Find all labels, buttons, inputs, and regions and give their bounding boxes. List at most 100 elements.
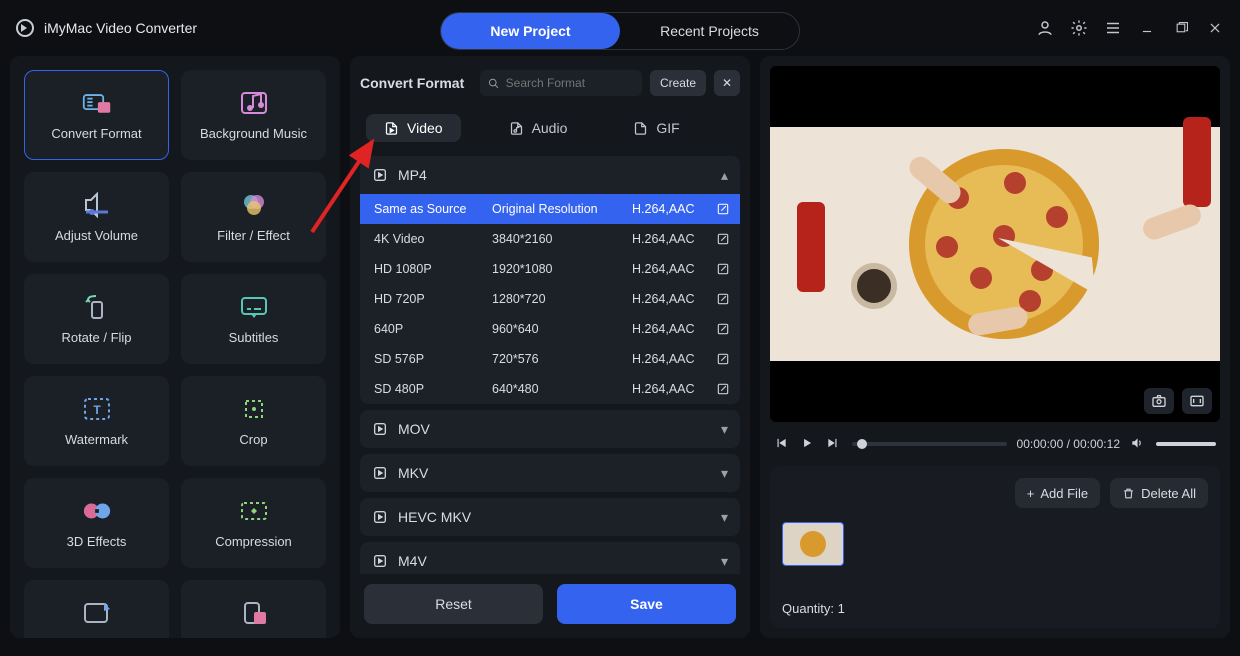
tool-background-music[interactable]: Background Music <box>181 70 326 160</box>
add-file-button[interactable]: +Add File <box>1015 478 1100 508</box>
preset-name: Same as Source <box>374 202 492 216</box>
tool-subtitles[interactable]: Subtitles <box>181 274 326 364</box>
subtitles-icon <box>239 294 269 320</box>
tool-3d-effects[interactable]: 3D Effects <box>24 478 169 568</box>
delete-all-button[interactable]: Delete All <box>1110 478 1208 508</box>
edit-preset-icon[interactable] <box>716 352 730 366</box>
convert-icon <box>82 90 112 116</box>
tool-adjust-volume[interactable]: Adjust Volume <box>24 172 169 262</box>
edit-preset-icon[interactable] <box>716 322 730 336</box>
account-icon[interactable] <box>1036 19 1054 37</box>
fullscreen-button[interactable] <box>1182 388 1212 414</box>
tool-filter-effect[interactable]: Filter / Effect <box>181 172 326 262</box>
close-search-button[interactable]: ✕ <box>714 70 740 96</box>
menu-icon[interactable] <box>1104 19 1122 37</box>
app-logo-icon <box>16 19 34 37</box>
settings-icon[interactable] <box>1070 19 1088 37</box>
tab-new-project-label: New Project <box>490 23 570 39</box>
edit-preset-icon[interactable] <box>716 382 730 396</box>
preset-codec: H.264,AAC <box>632 322 716 336</box>
prev-button[interactable] <box>774 436 790 452</box>
music-icon <box>239 90 269 116</box>
gif-file-icon <box>633 121 648 136</box>
edit-preset-icon[interactable] <box>716 262 730 276</box>
format-icon <box>372 553 388 569</box>
preset-row[interactable]: 640P960*640H.264,AAC <box>360 314 740 344</box>
format-group-header[interactable]: HEVC MKV▾ <box>360 498 740 536</box>
media-tab-video[interactable]: Video <box>366 114 461 142</box>
edit-preset-icon[interactable] <box>716 202 730 216</box>
window-minimize-icon[interactable] <box>1138 19 1156 37</box>
window-maximize-icon[interactable] <box>1172 19 1190 37</box>
video-preview[interactable] <box>770 66 1220 422</box>
convert-panel-title: Convert Format <box>360 75 464 91</box>
preset-row[interactable]: SD 480P640*480H.264,AAC <box>360 374 740 404</box>
play-button[interactable] <box>800 436 816 452</box>
format-icon <box>372 509 388 525</box>
reset-button[interactable]: Reset <box>364 584 543 624</box>
tool-screenshot[interactable]: Screenshot <box>181 580 326 638</box>
search-format[interactable] <box>480 70 642 96</box>
chevron-up-icon: ▴ <box>721 167 728 184</box>
edit-preset-icon[interactable] <box>716 292 730 306</box>
volume-icon[interactable] <box>1130 436 1146 452</box>
preset-resolution: 1920*1080 <box>492 262 632 276</box>
tab-new-project[interactable]: New Project <box>441 13 620 49</box>
tab-recent-projects-label: Recent Projects <box>660 23 759 39</box>
format-group-mkv: MKV▾ <box>360 454 740 492</box>
preset-resolution: 960*640 <box>492 322 632 336</box>
media-tab-gif[interactable]: GIF <box>615 114 697 142</box>
edit-preset-icon[interactable] <box>716 232 730 246</box>
search-format-input[interactable] <box>506 76 634 90</box>
tool-label: Subtitles <box>229 330 279 345</box>
tool-id3[interactable]: ID3 <box>24 580 169 638</box>
tab-recent-projects[interactable]: Recent Projects <box>620 13 799 49</box>
seek-track[interactable] <box>852 442 1007 446</box>
tool-label: ID3 <box>86 636 106 639</box>
tool-label: Rotate / Flip <box>61 330 131 345</box>
qty-value: 1 <box>838 601 845 616</box>
format-group-header[interactable]: MOV▾ <box>360 410 740 448</box>
format-group-header[interactable]: MKV▾ <box>360 454 740 492</box>
preset-name: SD 480P <box>374 382 492 396</box>
preset-row[interactable]: 4K Video3840*2160H.264,AAC <box>360 224 740 254</box>
timecode: 00:00:00 / 00:00:12 <box>1017 437 1120 451</box>
convert-panel: Convert Format Create ✕ Video Audio GIF … <box>350 56 750 638</box>
preset-row[interactable]: HD 1080P1920*1080H.264,AAC <box>360 254 740 284</box>
volume-track[interactable] <box>1156 442 1216 446</box>
create-format-button[interactable]: Create <box>650 70 706 96</box>
preset-row[interactable]: HD 720P1280*720H.264,AAC <box>360 284 740 314</box>
tool-label: Filter / Effect <box>217 228 290 243</box>
app-title: iMyMac Video Converter <box>44 20 197 36</box>
tool-compression[interactable]: Compression <box>181 478 326 568</box>
preset-name: 640P <box>374 322 492 336</box>
preset-codec: H.264,AAC <box>632 202 716 216</box>
format-group-name: MP4 <box>398 167 427 183</box>
volume-icon <box>82 192 112 218</box>
window-close-icon[interactable] <box>1206 19 1224 37</box>
trash-icon <box>1122 487 1135 500</box>
audio-file-icon <box>509 121 524 136</box>
tool-label: Compression <box>215 534 292 549</box>
qty-text: Quantity: <box>782 601 834 616</box>
tool-watermark[interactable]: TWatermark <box>24 376 169 466</box>
preset-row[interactable]: Same as SourceOriginal ResolutionH.264,A… <box>360 194 740 224</box>
tool-rotate-flip[interactable]: Rotate / Flip <box>24 274 169 364</box>
tool-crop[interactable]: Crop <box>181 376 326 466</box>
snapshot-button[interactable] <box>1144 388 1174 414</box>
preset-codec: H.264,AAC <box>632 232 716 246</box>
preview-panel: 00:00:00 / 00:00:12 +Add File Delete All… <box>760 56 1230 638</box>
preset-row[interactable]: SD 576P720*576H.264,AAC <box>360 344 740 374</box>
save-button[interactable]: Save <box>557 584 736 624</box>
format-group-header[interactable]: M4V▾ <box>360 542 740 574</box>
tool-convert-format[interactable]: Convert Format <box>24 70 169 160</box>
delete-all-label: Delete All <box>1141 486 1196 501</box>
chevron-down-icon: ▾ <box>721 509 728 526</box>
file-thumbnail[interactable] <box>782 522 844 566</box>
format-group-name: M4V <box>398 553 427 569</box>
tool-label: Convert Format <box>51 126 141 141</box>
media-tab-audio[interactable]: Audio <box>491 114 586 142</box>
format-group-header[interactable]: MP4 ▴ <box>360 156 740 194</box>
next-button[interactable] <box>826 436 842 452</box>
preset-name: HD 720P <box>374 292 492 306</box>
